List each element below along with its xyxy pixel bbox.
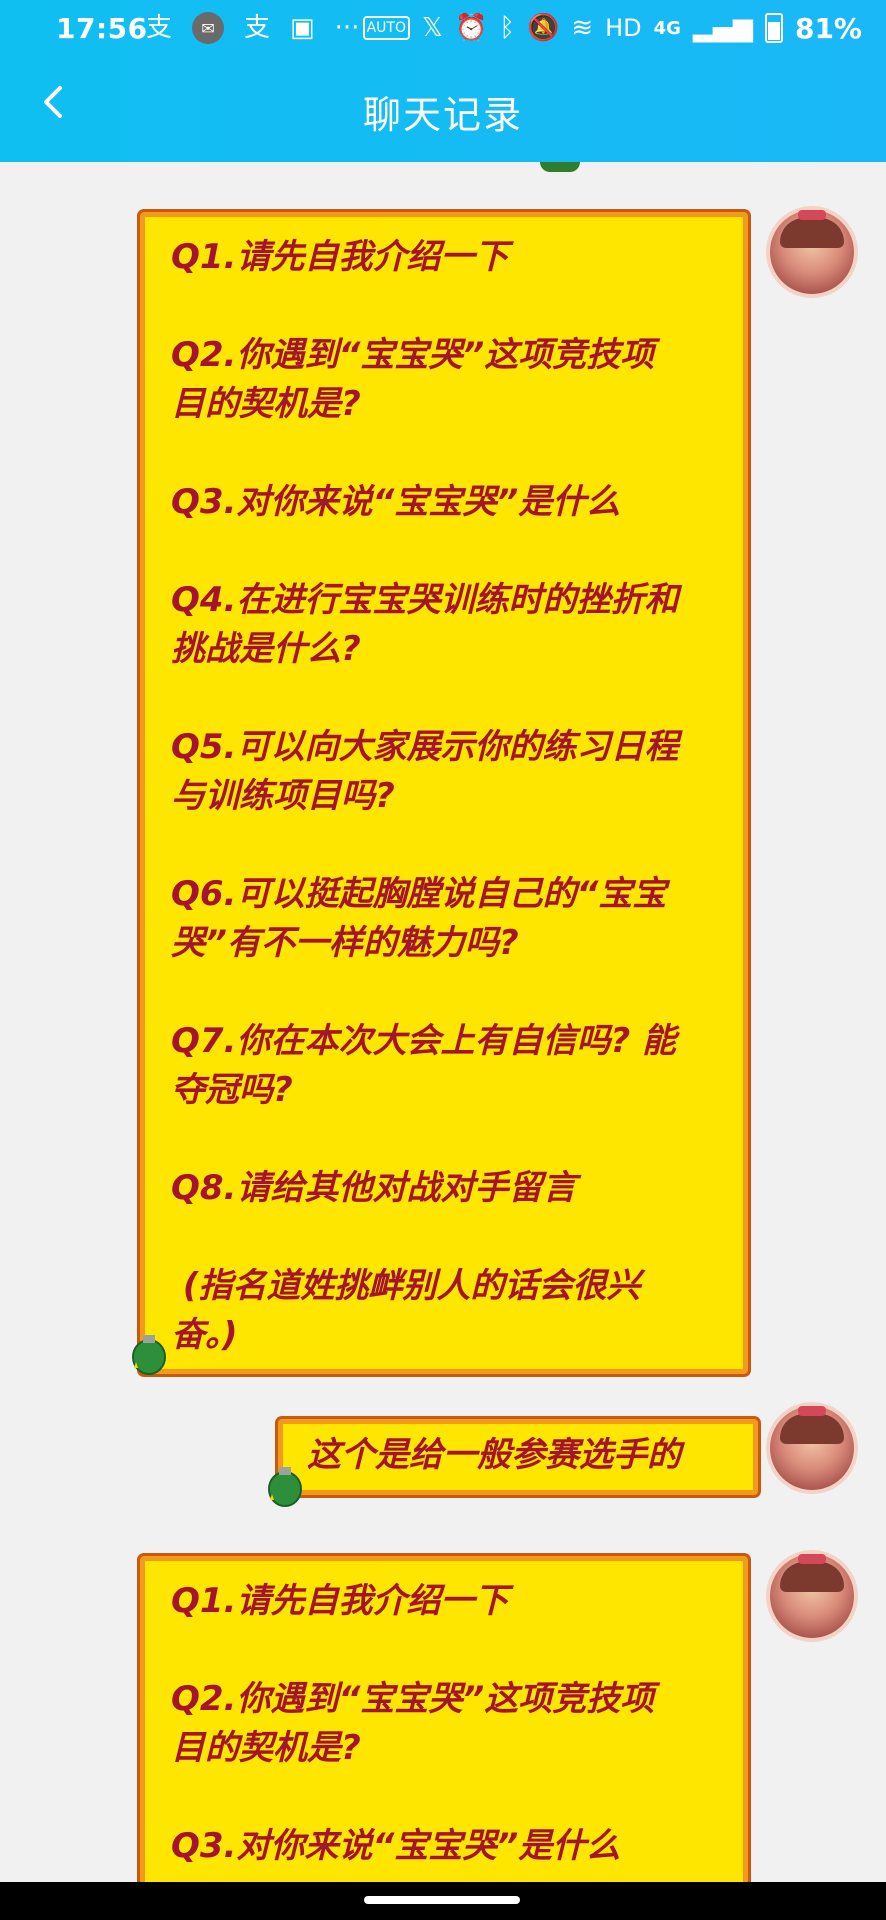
wifi-icon: ≋ <box>571 13 594 43</box>
battery-icon <box>764 13 783 43</box>
alipay-icon: 支 <box>244 13 271 43</box>
status-time: 17:56 <box>56 12 148 45</box>
more-icon: ··· <box>334 13 360 43</box>
previous-message-edge <box>540 162 580 172</box>
network-label: HD <box>605 14 642 42</box>
bluetooth-icon: ᛒ <box>499 13 515 43</box>
grenade-sticker-icon <box>128 1335 166 1375</box>
message-text: Q1.请先自我介绍一下 Q2.你遇到“宝宝哭”这项竞技项 目的契机是? Q3.对… <box>171 237 679 1355</box>
x-icon: 𝕏 <box>422 13 443 43</box>
message-text: Q1.请先自我介绍一下 Q2.你遇到“宝宝哭”这项竞技项 目的契机是? Q3.对… <box>171 1581 655 1866</box>
auto-refresh-icon: AUTO <box>362 16 411 40</box>
signal-icon: ▂▄▆ <box>692 13 753 43</box>
message-text: 这个是给一般参赛选手的 <box>307 1435 681 1475</box>
app-header: 17:56 支 ✉ 支 ▣ ··· AUTO 𝕏 ⏰ ᛒ 🔕 ≋ HD 4G ▂… <box>0 0 886 162</box>
message-bubble[interactable]: Q1.请先自我介绍一下 Q2.你遇到“宝宝哭”这项竞技项 目的契机是? Q3.对… <box>140 212 748 1374</box>
network-type: 4G <box>653 17 681 39</box>
status-bar: 17:56 支 ✉ 支 ▣ ··· AUTO 𝕏 ⏰ ᛒ 🔕 ≋ HD 4G ▂… <box>0 0 886 58</box>
message-bubble[interactable]: 这个是给一般参赛选手的 <box>278 1419 758 1495</box>
chat-history[interactable]: Q1.请先自我介绍一下 Q2.你遇到“宝宝哭”这项竞技项 目的契机是? Q3.对… <box>0 162 886 1882</box>
grenade-sticker-icon <box>264 1467 302 1507</box>
home-indicator[interactable] <box>364 1896 520 1904</box>
page-title: 聊天记录 <box>362 93 523 137</box>
mail-icon: ✉ <box>192 12 225 44</box>
image-icon: ▣ <box>290 13 315 43</box>
battery-level: 81% <box>794 11 862 45</box>
message-bubble[interactable]: Q1.请先自我介绍一下 Q2.你遇到“宝宝哭”这项竞技项 目的契机是? Q3.对… <box>140 1556 748 1882</box>
alipay-icon: 支 <box>146 13 173 43</box>
navigation-bar <box>0 1882 886 1920</box>
alarm-icon: ⏰ <box>454 13 488 43</box>
system-icons: AUTO 𝕏 ⏰ ᛒ 🔕 ≋ HD 4G ▂▄▆ 81% <box>362 10 862 46</box>
avatar[interactable] <box>766 1550 858 1642</box>
mute-icon: 🔕 <box>526 13 560 43</box>
notification-icons: 支 ✉ 支 ▣ ··· <box>146 10 359 46</box>
avatar[interactable] <box>766 206 858 298</box>
avatar[interactable] <box>766 1402 858 1494</box>
